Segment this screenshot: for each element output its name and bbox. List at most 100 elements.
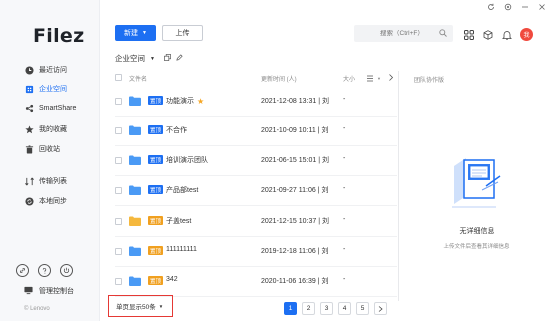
pinned-badge: 置顶 xyxy=(148,216,164,225)
page-button-5[interactable]: 5 xyxy=(356,302,369,315)
file-name-text: 功能演示 xyxy=(166,98,194,105)
help-icon[interactable] xyxy=(38,264,51,277)
close-icon[interactable] xyxy=(538,3,546,11)
file-name-text: 子盖test xyxy=(166,218,192,225)
table-row[interactable]: 置顶 功能演示 ★ 2021-12-08 13:31 | 刘 - xyxy=(115,87,397,117)
panel-divider[interactable] xyxy=(398,71,399,301)
new-button-label: 新建 xyxy=(124,30,139,37)
column-header-time[interactable]: 更新时间 (人) xyxy=(261,74,297,83)
table-row[interactable]: 置顶 不合作 2021-10-09 10:11 | 刘 - xyxy=(115,116,397,146)
select-all-checkbox[interactable] xyxy=(115,74,122,81)
sidebar-item-sync[interactable]: 本地同步 xyxy=(24,195,67,207)
sidebar-item-favorites[interactable]: 我的收藏 xyxy=(24,123,67,135)
page-button-2[interactable]: 2 xyxy=(302,302,315,315)
search-box[interactable] xyxy=(354,25,453,42)
table-row[interactable]: 置顶 111111111 2019-12-18 11:06 | 刘 - xyxy=(115,237,397,267)
sidebar-item-recycle[interactable]: 回收站 xyxy=(24,143,60,155)
bell-icon[interactable] xyxy=(501,29,512,40)
breadcrumb: 企业空间 ▼ xyxy=(115,53,183,64)
sidebar-item-smartshare[interactable]: SmartShare xyxy=(24,102,76,114)
file-name[interactable]: 功能演示 ★ xyxy=(166,96,204,106)
updated-time: 2020-11-06 16:39 | 刘 xyxy=(261,278,329,285)
page-button-4[interactable]: 4 xyxy=(338,302,351,315)
power-icon[interactable] xyxy=(60,264,73,277)
monitor-icon xyxy=(24,286,34,296)
empty-state-title: 无详细信息 xyxy=(459,228,495,235)
admin-console-link[interactable]: 管理控制台 xyxy=(24,286,74,296)
breadcrumb-item[interactable]: 企业空间 xyxy=(115,53,145,64)
page-button-1[interactable]: 1 xyxy=(284,302,297,315)
column-header-name[interactable]: 文件名 xyxy=(129,74,147,83)
row-checkbox[interactable] xyxy=(115,187,122,194)
row-checkbox[interactable] xyxy=(115,98,122,105)
building-icon xyxy=(24,84,34,94)
row-checkbox[interactable] xyxy=(115,127,122,134)
search-icon[interactable] xyxy=(439,29,447,37)
list-view-icon[interactable]: ▼ xyxy=(367,75,381,82)
pinned-badge: 置顶 xyxy=(148,276,164,285)
new-button[interactable]: 新建 ▼ xyxy=(115,25,156,41)
updated-time: 2021-06-15 15:01 | 刘 xyxy=(261,157,329,164)
cube-icon[interactable] xyxy=(482,29,493,40)
file-name-text: 111111111 xyxy=(166,246,197,253)
row-checkbox[interactable] xyxy=(115,278,122,285)
pagination: 12345 xyxy=(284,302,387,315)
star-icon[interactable]: ★ xyxy=(197,97,204,106)
file-name[interactable]: 不合作 xyxy=(166,125,187,135)
folder-icon xyxy=(129,216,141,226)
chevron-down-icon[interactable]: ▼ xyxy=(150,56,155,62)
clock-icon xyxy=(24,65,34,75)
next-page-icon[interactable] xyxy=(374,302,387,315)
table-header: 文件名 更新时间 (人) 大小 ▼ xyxy=(115,71,395,85)
column-header-size[interactable]: 大小 xyxy=(343,74,355,83)
upload-button[interactable]: 上传 xyxy=(162,25,203,41)
pinned-badge: 置顶 xyxy=(148,246,164,255)
transfer-icon xyxy=(24,176,34,186)
caret-down-icon: ▼ xyxy=(158,303,164,309)
minimize-icon[interactable] xyxy=(521,3,529,11)
file-name[interactable]: 111111111 xyxy=(166,246,197,253)
page-size-selector[interactable]: 单页显示50条 ▼ xyxy=(108,295,173,317)
row-checkbox[interactable] xyxy=(115,218,122,225)
search-input[interactable] xyxy=(380,30,438,37)
sidebar: Filez 最近访问 企业空间 SmartShare 我的收藏 回收站 传输列表… xyxy=(0,0,100,321)
page-button-3[interactable]: 3 xyxy=(320,302,333,315)
pinned-badge: 置顶 xyxy=(148,96,164,105)
link-icon[interactable] xyxy=(16,264,29,277)
table-row[interactable]: 置顶 培训演示团队 2021-06-15 15:01 | 刘 - xyxy=(115,146,397,176)
sync-icon xyxy=(24,196,34,206)
row-checkbox[interactable] xyxy=(115,248,122,255)
file-name[interactable]: 子盖test xyxy=(166,216,191,226)
table-row[interactable]: 置顶 子盖test 2021-12-15 10:37 | 刘 - xyxy=(115,207,397,237)
file-name[interactable]: 产品部test xyxy=(166,185,198,195)
sidebar-item-label: 企业空间 xyxy=(39,86,67,93)
upload-button-label: 上传 xyxy=(175,30,190,37)
edit-icon[interactable] xyxy=(176,54,183,63)
sidebar-item-enterprise[interactable]: 企业空间 xyxy=(24,83,67,95)
settings-icon[interactable] xyxy=(504,3,512,11)
page-size-label: 单页显示50条 xyxy=(116,304,156,311)
caret-down-icon: ▼ xyxy=(142,30,147,36)
empty-document-icon xyxy=(446,152,506,212)
folder-icon xyxy=(129,125,141,135)
file-size: - xyxy=(343,276,346,283)
refresh-icon[interactable] xyxy=(487,3,495,11)
apps-grid-icon[interactable] xyxy=(463,29,474,40)
chevron-right-icon[interactable] xyxy=(388,73,394,83)
file-name[interactable]: 培训演示团队 xyxy=(166,155,208,165)
sidebar-item-transfer[interactable]: 传输列表 xyxy=(24,175,67,187)
trash-icon xyxy=(24,144,34,154)
file-name[interactable]: 342 xyxy=(166,276,178,283)
share-icon xyxy=(24,103,34,113)
table-row[interactable]: 置顶 342 2020-11-06 16:39 | 刘 - xyxy=(115,267,397,297)
sidebar-item-recent[interactable]: 最近访问 xyxy=(24,64,67,76)
copyright-text: © Lenovo xyxy=(24,306,50,312)
copy-icon[interactable] xyxy=(164,54,171,63)
avatar[interactable]: 我 xyxy=(520,28,533,41)
table-row[interactable]: 置顶 产品部test 2021-09-27 11:06 | 刘 - xyxy=(115,176,397,206)
pinned-badge: 置顶 xyxy=(148,125,164,134)
updated-time: 2021-10-09 10:11 | 刘 xyxy=(261,127,329,134)
sidebar-item-label: 传输列表 xyxy=(39,178,67,185)
row-checkbox[interactable] xyxy=(115,157,122,164)
pinned-badge: 置顶 xyxy=(148,155,164,164)
